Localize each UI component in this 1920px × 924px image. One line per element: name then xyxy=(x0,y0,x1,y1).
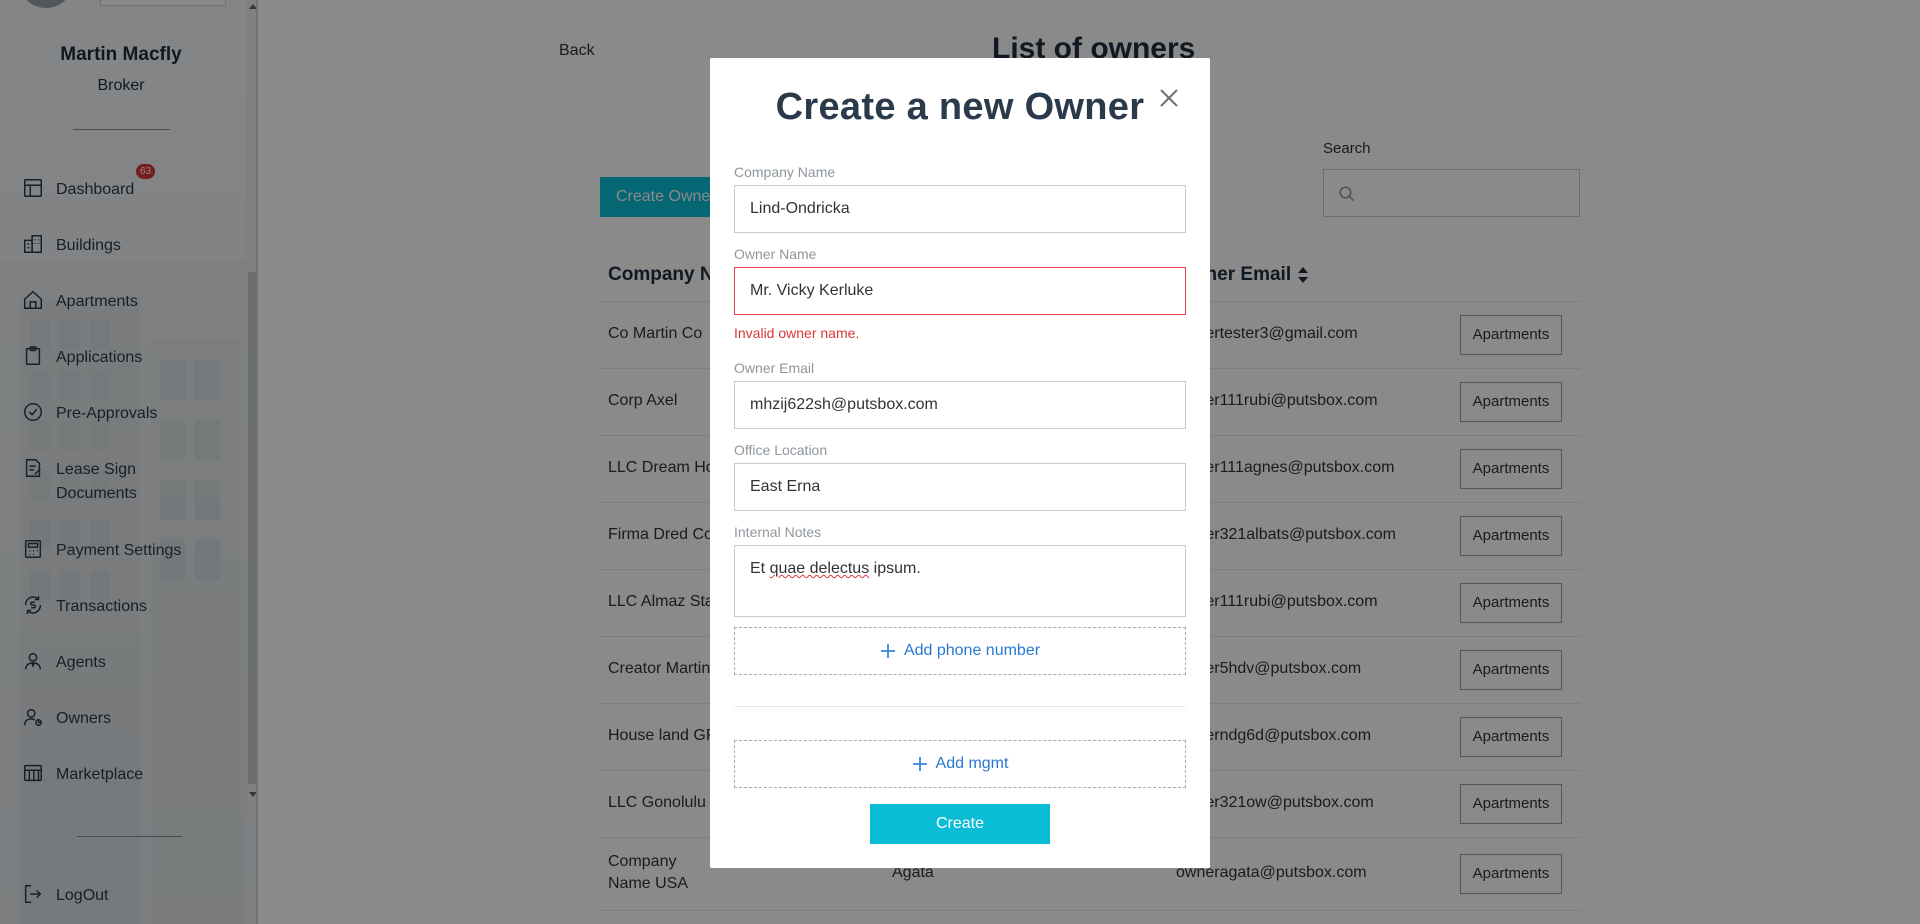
modal-divider xyxy=(734,706,1186,707)
plus-icon xyxy=(880,644,895,658)
notes-text-end: ipsum. xyxy=(869,560,921,577)
notes-text-start: Et xyxy=(750,560,770,577)
add-phone-number-button[interactable]: Add phone number xyxy=(734,627,1186,675)
internal-notes-label: Internal Notes xyxy=(734,524,822,540)
modal-title: Create a new Owner xyxy=(775,86,1145,128)
office-location-field[interactable]: East Erna xyxy=(734,463,1186,511)
add-mgmt-button[interactable]: Add mgmt xyxy=(734,740,1186,788)
owner-email-label: Owner Email xyxy=(734,360,815,376)
close-icon[interactable] xyxy=(1157,86,1181,110)
owner-name-error: Invalid owner name. xyxy=(734,325,860,341)
add-mgmt-label: Add mgmt xyxy=(935,755,1009,772)
notes-text-misspelled: quae delectus xyxy=(769,560,870,577)
owner-email-field[interactable]: mhzij622sh@putsbox.com xyxy=(734,381,1186,429)
owner-name-field[interactable]: Mr. Vicky Kerluke xyxy=(734,267,1186,315)
create-owner-modal: Create a new Owner Company Name Lind-Ond… xyxy=(710,58,1210,868)
office-location-label: Office Location xyxy=(734,442,828,458)
owner-name-label: Owner Name xyxy=(734,246,817,262)
create-button[interactable]: Create xyxy=(870,804,1050,844)
company-name-label: Company Name xyxy=(734,164,836,180)
plus-icon xyxy=(912,757,927,771)
add-phone-number-label: Add phone number xyxy=(903,642,1041,659)
internal-notes-textarea[interactable]: Et quae delectus ipsum. xyxy=(734,545,1186,617)
company-name-field[interactable]: Lind-Ondricka xyxy=(734,185,1186,233)
